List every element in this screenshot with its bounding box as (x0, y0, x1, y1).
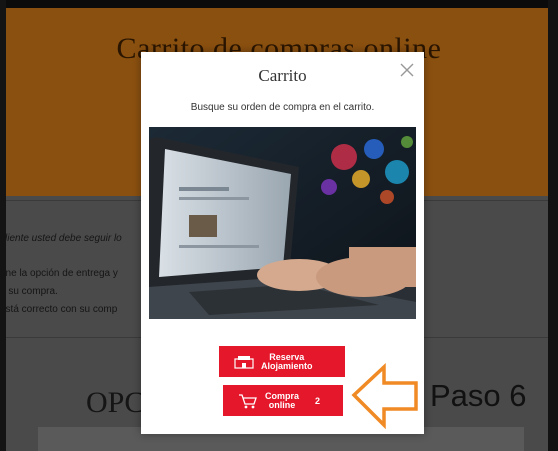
close-icon[interactable] (398, 61, 416, 79)
hotel-icon (234, 355, 254, 369)
compra-button-label: Compra online (265, 390, 300, 410)
modal-subtitle: Busque su orden de compra en el carrito. (190, 102, 375, 113)
cart-count-badge: 2 (315, 395, 321, 406)
reserva-alojamiento-button[interactable]: Reserva Alojamiento (219, 346, 345, 377)
reserva-button-label: Reserva Alojamiento (261, 351, 313, 371)
step-label: Paso 6 (430, 378, 527, 413)
modal-title: Carrito (258, 66, 307, 85)
cart-icon (239, 393, 257, 408)
right-edge (548, 0, 558, 451)
top-strip (0, 0, 558, 8)
compra-online-button[interactable]: Compra online 2 (223, 385, 343, 416)
content-line: cliente usted debe seguir lo (0, 233, 122, 244)
left-edge (0, 0, 6, 451)
arrow-left-icon (351, 363, 418, 430)
laptop-photo (149, 127, 416, 319)
content-line: one la opción de entrega y (0, 268, 118, 279)
section-title: OPC (86, 386, 145, 419)
content-line: está correcto con su comp (0, 304, 118, 315)
content-line: e su compra. (0, 286, 58, 297)
